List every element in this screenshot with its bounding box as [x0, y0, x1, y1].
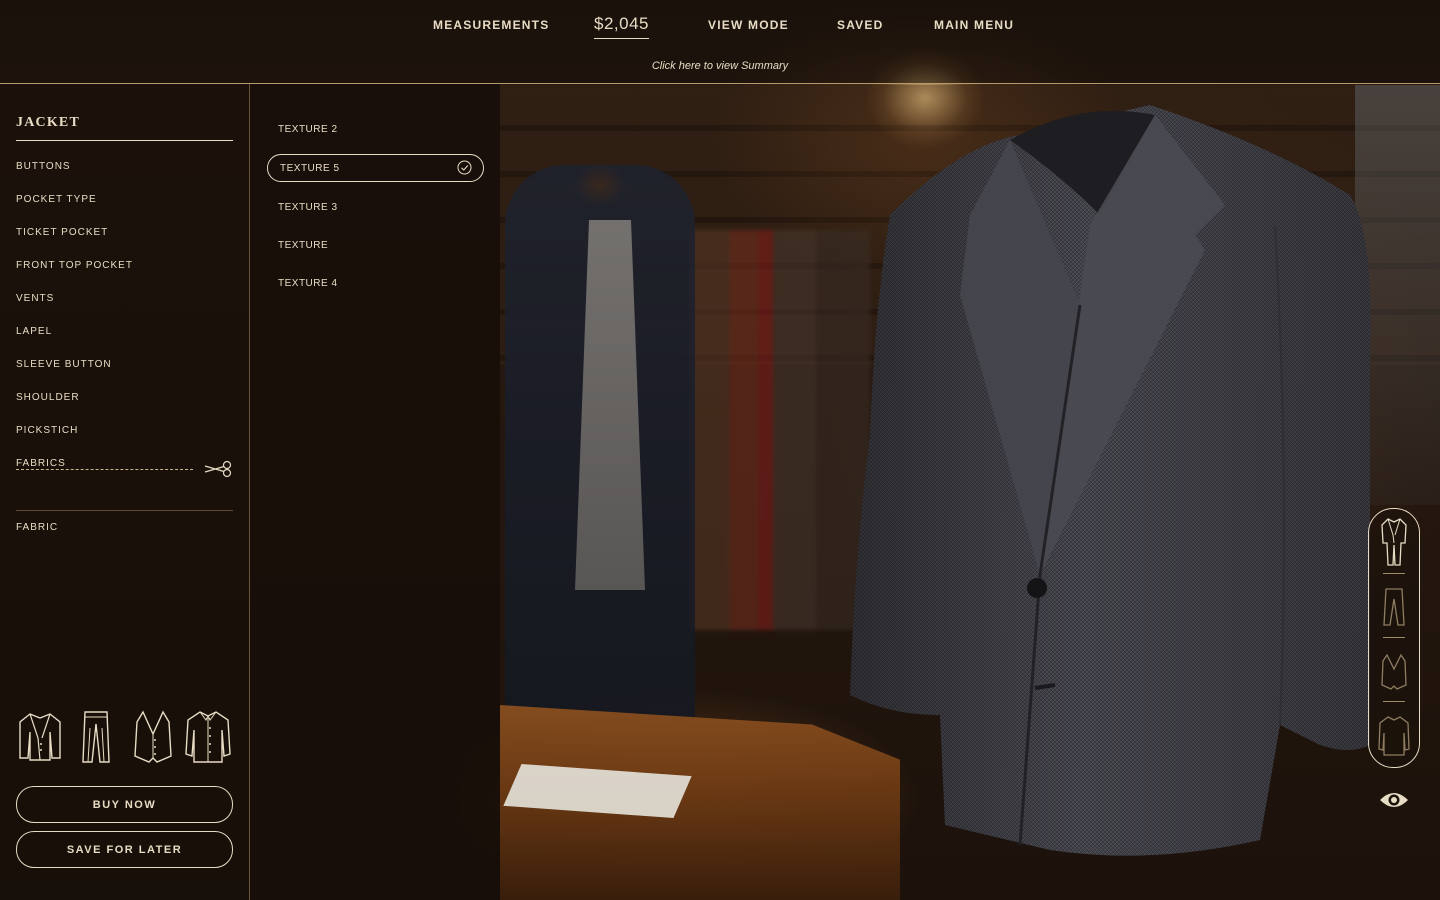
price-display[interactable]: $2,045 — [594, 14, 649, 39]
texture-option[interactable]: TEXTURE 2 — [278, 124, 338, 135]
sidebar-item-lapel[interactable]: LAPEL — [16, 326, 52, 337]
sidebar-item-buttons[interactable]: BUTTONS — [16, 161, 71, 172]
shirt-icon[interactable] — [1378, 709, 1410, 761]
sidebar-item-ticket-pocket[interactable]: TICKET POCKET — [16, 227, 108, 238]
texture-option[interactable]: TEXTURE 4 — [278, 278, 338, 289]
sidebar-item-pickstich[interactable]: PICKSTICH — [16, 425, 78, 436]
customization-sidebar — [0, 84, 250, 900]
jacket-render — [850, 105, 1371, 856]
garment-view-selector — [1368, 508, 1420, 768]
sidebar-item-vents[interactable]: VENTS — [16, 293, 54, 304]
selector-divider — [1383, 637, 1405, 638]
texture-option-label: TEXTURE 5 — [280, 163, 340, 174]
vest-icon[interactable] — [129, 708, 177, 764]
nav-measurements[interactable]: MEASUREMENTS — [433, 18, 549, 32]
trousers-icon[interactable] — [72, 708, 120, 764]
selector-divider — [1383, 573, 1405, 574]
sidebar-item-fabrics-label: FABRICS — [16, 458, 66, 469]
sidebar-item-fabric[interactable]: FABRIC — [16, 522, 58, 533]
sidebar-item-fabrics[interactable]: FABRICS — [16, 457, 233, 479]
sidebar-item-front-top-pocket[interactable]: FRONT TOP POCKET — [16, 260, 133, 271]
selector-divider — [1383, 701, 1405, 702]
garment-switcher — [16, 708, 236, 764]
texture-option-selected[interactable]: TEXTURE 5 — [267, 154, 484, 182]
stitch-line — [16, 469, 193, 470]
eye-icon[interactable] — [1378, 788, 1410, 812]
scissors-icon — [204, 460, 232, 478]
nav-view-mode[interactable]: VIEW MODE — [708, 18, 789, 32]
save-for-later-button[interactable]: SAVE FOR LATER — [16, 831, 233, 868]
sidebar-divider — [16, 510, 233, 511]
vest-icon[interactable] — [1378, 645, 1410, 697]
full-suit-icon[interactable] — [1378, 515, 1410, 567]
sidebar-item-shoulder[interactable]: SHOULDER — [16, 392, 80, 403]
texture-option[interactable]: TEXTURE — [278, 240, 328, 251]
view-summary-link[interactable]: Click here to view Summary — [0, 60, 1440, 72]
check-circle-icon — [457, 160, 472, 175]
texture-option[interactable]: TEXTURE 3 — [278, 202, 338, 213]
top-navigation-bar: MEASUREMENTS $2,045 VIEW MODE SAVED MAIN… — [0, 0, 1440, 84]
jacket-icon[interactable] — [16, 708, 64, 764]
buy-now-button[interactable]: BUY NOW — [16, 786, 233, 823]
sidebar-item-pocket-type[interactable]: POCKET TYPE — [16, 194, 97, 205]
section-divider — [16, 140, 233, 141]
section-title-jacket: JACKET — [16, 115, 80, 130]
nav-saved[interactable]: SAVED — [837, 18, 883, 32]
background-coat-rack — [690, 230, 870, 630]
jacket-3d-preview[interactable] — [850, 105, 1375, 865]
sidebar-item-sleeve-button[interactable]: SLEEVE BUTTON — [16, 359, 112, 370]
trousers-icon[interactable] — [1378, 581, 1410, 633]
nav-main-menu[interactable]: MAIN MENU — [934, 18, 1014, 32]
shirt-icon[interactable] — [184, 708, 232, 764]
